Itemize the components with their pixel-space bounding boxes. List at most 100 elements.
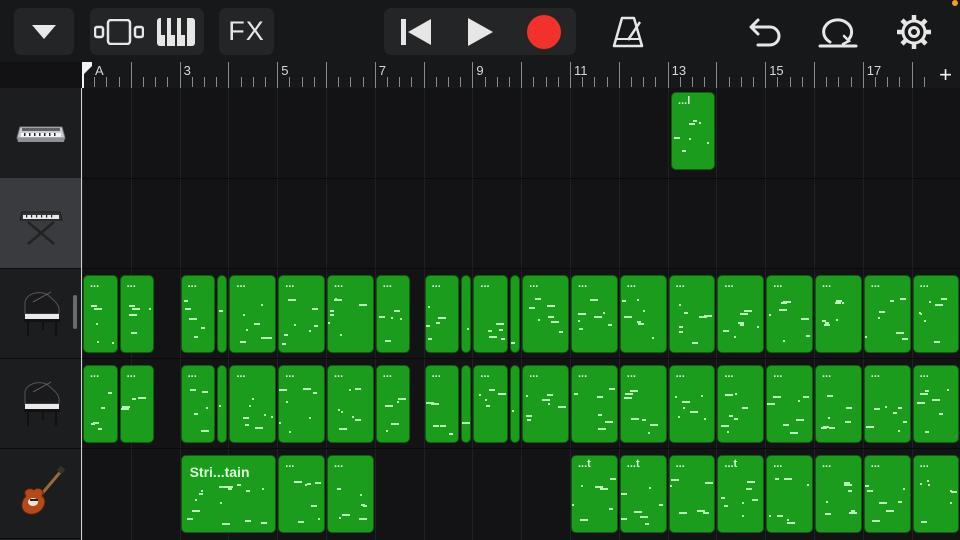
midi-region[interactable]: ... — [327, 455, 374, 533]
midi-region[interactable]: ... — [424, 365, 460, 443]
midi-region[interactable]: ... — [83, 365, 118, 443]
midi-region[interactable]: ... — [571, 275, 618, 353]
midi-region[interactable]: ... — [668, 455, 716, 533]
midi-region[interactable]: ... — [278, 365, 325, 443]
bar-ruler[interactable]: A 3 5 7 9 11 13 15 17 — [82, 62, 960, 89]
midi-region[interactable]: ... — [717, 275, 765, 353]
midi-region[interactable]: ... — [863, 455, 911, 533]
midi-region[interactable]: ... — [912, 275, 960, 353]
ruler-beat-tick — [240, 77, 242, 87]
header-scroll-indicator[interactable] — [73, 295, 77, 329]
region-title: ... — [126, 278, 136, 290]
metronome-button[interactable] — [605, 8, 651, 55]
ruler-beat-tick — [484, 77, 486, 87]
midi-region[interactable]: ... — [863, 275, 911, 353]
track-header-bass[interactable] — [0, 448, 81, 539]
midi-note — [384, 405, 393, 407]
undo-button[interactable] — [742, 8, 788, 55]
midi-region[interactable]: ... — [180, 365, 216, 443]
fx-button[interactable]: FX — [219, 8, 274, 55]
midi-note — [341, 411, 343, 413]
midi-note — [330, 310, 334, 312]
midi-region[interactable]: ... — [571, 365, 618, 443]
midi-region[interactable]: ...l — [671, 92, 716, 170]
midi-region[interactable]: ... — [522, 275, 569, 353]
midi-region[interactable]: ... — [278, 455, 325, 533]
midi-region[interactable]: ... — [424, 275, 460, 353]
midi-region[interactable]: ... — [522, 365, 569, 443]
midi-note — [871, 520, 880, 522]
midi-region[interactable]: ... — [619, 275, 667, 353]
midi-region[interactable]: ... — [717, 365, 765, 443]
midi-region[interactable]: ... — [473, 275, 508, 353]
midi-note — [835, 302, 841, 304]
keyboard-view-button[interactable] — [147, 8, 204, 55]
midi-note — [623, 397, 632, 399]
midi-region[interactable]: ... — [327, 365, 374, 443]
midi-region[interactable]: ... — [375, 365, 411, 443]
ruler-beat-tick — [191, 77, 193, 87]
loop-button[interactable] — [815, 8, 861, 55]
midi-note — [572, 504, 574, 506]
midi-region[interactable]: ... — [863, 365, 911, 443]
midi-region[interactable]: ... — [766, 455, 813, 533]
midi-region[interactable]: ... — [278, 275, 325, 353]
midi-note — [439, 425, 446, 427]
record-button[interactable] — [512, 8, 576, 55]
midi-region[interactable]: ... — [180, 275, 216, 353]
midi-region[interactable]: ...t — [717, 455, 765, 533]
browser-button[interactable] — [14, 8, 74, 55]
midi-region[interactable]: ... — [229, 275, 277, 353]
midi-region[interactable]: ... — [815, 275, 862, 353]
midi-region[interactable]: ... — [473, 365, 508, 443]
midi-region[interactable]: ... — [327, 275, 374, 353]
midi-region[interactable]: ... — [119, 365, 155, 443]
tracks-view-button[interactable] — [90, 8, 147, 55]
play-button[interactable] — [448, 8, 512, 55]
midi-region[interactable]: ... — [668, 275, 716, 353]
midi-region[interactable]: ... — [912, 455, 960, 533]
midi-note — [279, 389, 288, 391]
midi-region[interactable]: ... — [668, 365, 716, 443]
midi-note — [252, 398, 255, 400]
midi-note — [245, 490, 250, 492]
midi-note — [307, 483, 312, 485]
midi-region[interactable]: ... — [766, 365, 813, 443]
midi-region[interactable]: ... — [766, 275, 813, 353]
midi-region[interactable]: ... — [912, 365, 960, 443]
midi-region[interactable] — [461, 275, 472, 353]
midi-note — [729, 415, 734, 417]
track-header-keyboard[interactable] — [0, 178, 81, 269]
midi-region[interactable] — [510, 275, 521, 353]
arrangement-area[interactable]: ...l....................................… — [82, 88, 960, 540]
midi-note — [397, 398, 406, 400]
midi-region[interactable]: ... — [619, 365, 667, 443]
ruler-beat-tick — [594, 77, 596, 87]
midi-region[interactable]: ... — [119, 275, 155, 353]
track-header-synth[interactable] — [0, 88, 81, 179]
midi-region[interactable] — [510, 365, 521, 443]
midi-region[interactable]: ... — [375, 275, 411, 353]
midi-region[interactable]: ... — [815, 365, 862, 443]
playhead-marker[interactable] — [82, 62, 94, 88]
add-section-button[interactable]: + — [931, 62, 960, 88]
midi-region[interactable]: ...t — [619, 455, 667, 533]
midi-region[interactable]: ...t — [571, 455, 618, 533]
track-header-piano-1[interactable] — [0, 268, 81, 359]
midi-region[interactable]: ... — [229, 365, 277, 443]
midi-note — [598, 414, 602, 416]
midi-region[interactable]: ... — [83, 275, 118, 353]
midi-note — [501, 338, 506, 340]
midi-region[interactable] — [217, 365, 228, 443]
settings-button[interactable] — [891, 8, 937, 55]
midi-region[interactable]: ... — [815, 455, 862, 533]
rewind-button[interactable] — [384, 8, 448, 55]
midi-note — [183, 300, 188, 302]
ruler-section-marker[interactable]: A — [95, 63, 104, 78]
track-header-piano-2[interactable] — [0, 358, 81, 449]
ruler-bar-number: 15 — [769, 63, 784, 78]
midi-region[interactable]: Stri...tain — [180, 455, 277, 533]
midi-note — [620, 493, 627, 495]
midi-region[interactable] — [461, 365, 472, 443]
midi-region[interactable] — [217, 275, 228, 353]
